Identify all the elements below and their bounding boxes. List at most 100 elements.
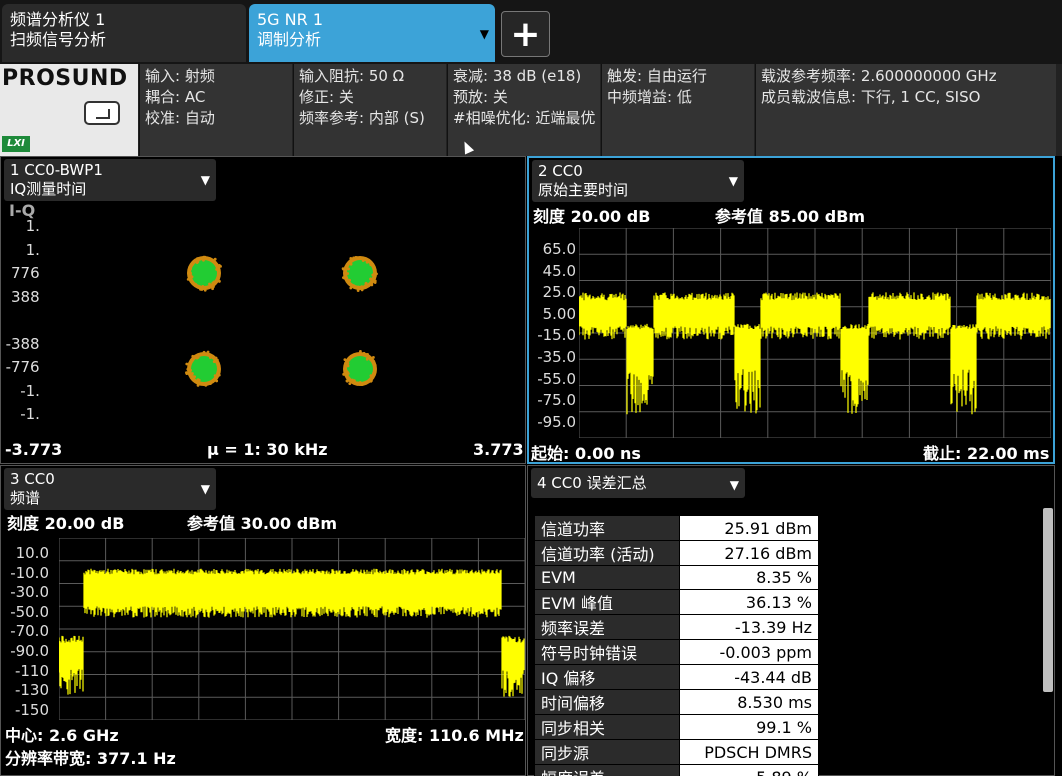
window-title-dropdown[interactable]: 3 CC0 频谱 ▼: [4, 468, 216, 510]
info-freq-ref: 频率参考: 内部 (S): [299, 109, 425, 127]
info-coupling: 耦合: AC: [145, 88, 206, 106]
y-tick-label: -110: [14, 661, 49, 680]
constellation-sample: [346, 361, 350, 365]
y-tick-label: -50.0: [10, 602, 49, 621]
constellation-sample: [356, 382, 359, 386]
constellation-point: [347, 356, 373, 382]
metric-name: 信道功率: [534, 515, 680, 541]
metric-name: 符号时钟错误: [534, 639, 680, 665]
constellation-sample: [345, 379, 349, 383]
dropdown-arrow-icon[interactable]: ▼: [729, 172, 738, 191]
window-title-dropdown[interactable]: 4 CC0 误差汇总 ▼: [531, 468, 745, 498]
ref-level-label: 参考值 85.00 dBm: [715, 207, 866, 226]
constellation-sample: [347, 358, 351, 362]
constellation-sample: [202, 255, 206, 259]
table-row: 同步源 PDSCH DMRS: [534, 739, 819, 765]
constellation-sample: [355, 256, 359, 259]
constellation-sample: [370, 283, 374, 287]
constellation-sample: [369, 277, 373, 281]
y-tick-label: -10.0: [10, 563, 49, 582]
constellation-sample: [373, 274, 377, 278]
constellation-sample: [369, 263, 373, 267]
constellation-sample: [216, 275, 220, 279]
window-iq-constellation[interactable]: 1 CC0-BWP1 IQ测量时间 ▼ I-Q 1.551.16776 m388…: [0, 156, 526, 464]
y-tick-label: -150: [14, 700, 49, 719]
constellation-sample: [373, 279, 377, 283]
metric-value: 27.16 dBm: [679, 540, 819, 566]
constellation-sample: [212, 285, 215, 289]
span-label: 宽度: 110.6 MHz: [385, 726, 524, 745]
constellation-sample: [189, 368, 192, 372]
ref-level-label: 参考值 30.00 dBm: [187, 514, 338, 533]
constellation-sample: [352, 284, 356, 288]
metric-name: 时间偏移: [534, 689, 680, 715]
constellation-sample: [349, 262, 353, 266]
constellation-sample: [191, 354, 195, 358]
tab-spectrum-analyzer[interactable]: 频谱分析仪 1 扫频信号分析: [2, 4, 246, 62]
metric-value: 8.530 ms: [679, 689, 819, 715]
constellation-sample: [344, 369, 348, 372]
y-tick-label: 45.0: [542, 261, 576, 280]
metric-name: 信道功率 (活动): [534, 540, 680, 566]
y-tick-label: -15.0: [537, 326, 576, 345]
tab-5g-nr[interactable]: 5G NR 1 调制分析 ▼: [249, 4, 495, 62]
dropdown-arrow-icon[interactable]: ▼: [730, 476, 739, 495]
constellation-sample: [201, 284, 205, 288]
constellation-sample: [373, 363, 377, 367]
constellation-sample: [215, 379, 219, 383]
remote-display-icon[interactable]: [84, 101, 120, 125]
info-phase-noise: #相噪优化: 近端最优: [453, 109, 596, 127]
constellation-sample: [204, 383, 208, 387]
spectrum-plot[interactable]: [59, 538, 525, 720]
info-trigger-settings[interactable]: 触发: 自由运行 中频增益: 低: [601, 64, 754, 156]
window-raw-main-time[interactable]: 2 CC0 原始主要时间 ▼ 刻度 20.00 dB 参考值 85.00 dBm…: [527, 156, 1055, 464]
constellation-sample: [342, 276, 346, 280]
lxi-badge: LXI: [2, 136, 30, 152]
constellation-sample: [217, 263, 221, 267]
constellation-sample: [208, 282, 211, 286]
info-carrier-settings[interactable]: 载波参考频率: 2.600000000 GHz 成员载波信息: 下行, 1 CC…: [755, 64, 1056, 156]
constellation-sample: [208, 356, 212, 359]
info-calibration: 校准: 自动: [145, 109, 215, 127]
dropdown-arrow-icon[interactable]: ▼: [201, 171, 210, 190]
info-input-settings[interactable]: 输入: 射频 耦合: AC 校准: 自动: [139, 64, 292, 156]
dropdown-arrow-icon[interactable]: ▼: [201, 480, 210, 499]
constellation-sample: [365, 260, 369, 264]
constellation-sample: [203, 288, 207, 292]
constellation-sample: [193, 375, 197, 379]
window-title-dropdown[interactable]: 1 CC0-BWP1 IQ测量时间 ▼: [4, 159, 216, 201]
constellation-sample: [372, 356, 375, 359]
y-tick-label: 5.00: [542, 304, 576, 323]
time-trace-plot[interactable]: [579, 228, 1051, 438]
y-tick-label: -95.0: [537, 412, 576, 431]
constellation-sample: [185, 362, 189, 366]
tab-subtitle: 调制分析: [257, 30, 322, 49]
constellation-plot[interactable]: [41, 205, 523, 437]
info-impedance: 输入阻抗: 50 Ω: [299, 67, 405, 85]
metric-name: 同步源: [534, 739, 680, 765]
start-time-label: 起始: 0.00 ns: [531, 444, 641, 463]
constellation-sample: [213, 257, 217, 261]
y-tick-label: 25.0: [542, 283, 576, 302]
constellation-sample: [360, 285, 364, 289]
window-title-dropdown[interactable]: 2 CC0 原始主要时间 ▼: [532, 160, 744, 202]
x-min-label: -3.773: [5, 440, 63, 459]
constellation-sample: [357, 285, 360, 289]
constellation-sample: [194, 282, 197, 286]
constellation-sample: [209, 382, 212, 385]
constellation-sample: [343, 358, 347, 362]
info-impedance-settings[interactable]: 输入阻抗: 50 Ω 修正: 关 频率参考: 内部 (S): [293, 64, 446, 156]
scrollbar[interactable]: [1043, 508, 1053, 692]
constellation-sample: [189, 267, 193, 271]
constellation-sample: [344, 273, 348, 277]
dropdown-arrow-icon[interactable]: ▼: [480, 24, 489, 44]
table-row: EVM 峰值 36.13 %: [534, 589, 819, 615]
add-tab-button[interactable]: +: [501, 11, 550, 57]
tab-title: 频谱分析仪 1: [10, 10, 106, 29]
tab-title: 5G NR 1: [257, 10, 324, 29]
window-spectrum[interactable]: 3 CC0 频谱 ▼ 刻度 20.00 dB 参考值 30.00 dBm 10.…: [0, 465, 526, 776]
measurement-info-bar: PROSUND LXI 输入: 射频 耦合: AC 校准: 自动 输入阻抗: 5…: [0, 64, 1062, 156]
stop-time-label: 截止: 22.00 ms: [923, 444, 1050, 463]
table-row: 幅度误差5.89 %: [534, 764, 819, 776]
tab-bar: 频谱分析仪 1 扫频信号分析 5G NR 1 调制分析 ▼ +: [0, 0, 1062, 64]
